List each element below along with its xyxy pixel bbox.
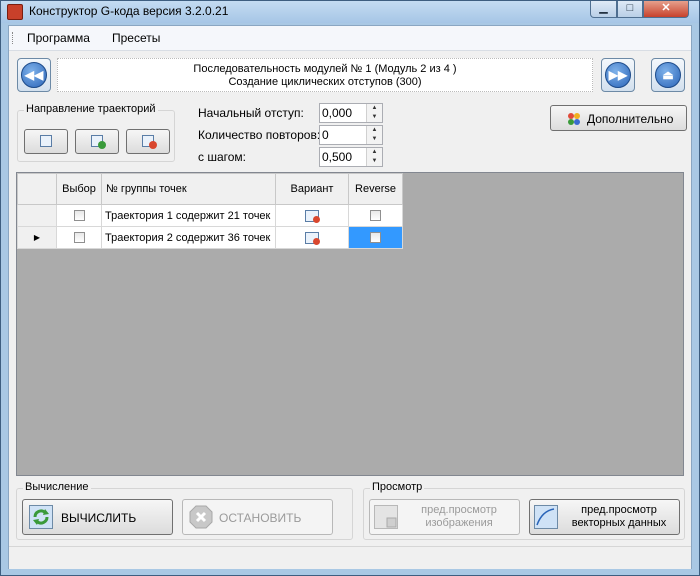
compute-button-label: ВЫЧИСЛИТЬ xyxy=(61,511,137,525)
step-value: 0,500 xyxy=(322,150,353,164)
initial-offset-spinner[interactable]: ▲ ▼ xyxy=(366,104,382,122)
step-label: с шагом: xyxy=(198,150,247,164)
reverse-checkbox[interactable] xyxy=(370,232,381,244)
client-area: Программа Пресеты ◀◀ Последовательность … xyxy=(8,25,692,569)
column-header-reverse[interactable]: Reverse xyxy=(348,173,403,205)
select-cell[interactable] xyxy=(56,226,102,249)
menu-bar: Программа Пресеты xyxy=(9,26,691,51)
variant-cell[interactable] xyxy=(275,226,349,249)
row-header[interactable] xyxy=(17,204,57,227)
table-header-row: Выбор № группы точек Вариант Reverse xyxy=(17,173,403,205)
next-module-button[interactable]: ▶▶ xyxy=(601,58,635,92)
direction-group-title: Направление траекторий xyxy=(24,103,158,115)
current-row-indicator-icon[interactable]: ▶ xyxy=(17,226,57,249)
menu-item-presets[interactable]: Пресеты xyxy=(112,31,160,45)
stop-icon xyxy=(189,505,213,529)
image-preview-label-line1: пред.просмотр xyxy=(421,504,497,516)
table-row[interactable]: ▶ Траектория 2 содержит 36 точек xyxy=(17,226,403,249)
preview-group: Просмотр пред.просмотр изображения пред.… xyxy=(363,481,685,540)
fast-forward-icon: ▶▶ xyxy=(605,62,631,88)
repeat-count-input[interactable]: 0 ▲ ▼ xyxy=(319,125,383,145)
compute-group: Вычисление ВЫЧИСЛИТЬ ОСТАНОВИТЬ xyxy=(16,481,353,540)
stop-button-label: ОСТАНОВИТЬ xyxy=(219,511,302,525)
repeat-count-spinner[interactable]: ▲ ▼ xyxy=(366,126,382,144)
select-checkbox[interactable] xyxy=(73,232,85,244)
maximize-button[interactable]: □ xyxy=(617,1,643,18)
trajectory-grid[interactable]: Выбор № группы точек Вариант Reverse Тра… xyxy=(16,172,684,476)
refresh-icon xyxy=(29,505,53,529)
initial-offset-label: Начальный отступ: xyxy=(198,106,304,120)
direction-group: Направление траекторий xyxy=(17,103,175,162)
point-group-cell[interactable]: Траектория 2 содержит 36 точек xyxy=(101,226,276,249)
minimize-button[interactable]: ▁ xyxy=(590,1,617,18)
image-preview-icon xyxy=(374,505,398,529)
image-preview-label-line2: изображения xyxy=(425,517,493,529)
add-badge-icon xyxy=(98,141,106,149)
compute-group-title: Вычисление xyxy=(23,481,91,493)
vector-preview-label-line1: пред.просмотр xyxy=(581,504,657,516)
point-group-cell[interactable]: Траектория 1 содержит 21 точек xyxy=(101,204,276,227)
module-sequence-text: Последовательность модулей № 1 (Модуль 2… xyxy=(193,63,457,75)
column-header-variant[interactable]: Вариант xyxy=(275,173,349,205)
menu-grip-icon xyxy=(12,32,16,44)
rewind-icon: ◀◀ xyxy=(21,62,47,88)
status-bar xyxy=(9,546,691,569)
preview-group-title: Просмотр xyxy=(370,481,425,493)
select-checkbox[interactable] xyxy=(73,210,85,222)
reverse-cell-selected[interactable] xyxy=(348,226,403,249)
column-header-point-group[interactable]: № группы точек xyxy=(101,173,276,205)
title-bar[interactable]: Конструктор G-кода версия 3.2.0.21 ▁ □ ✕ xyxy=(1,1,699,23)
app-window: Конструктор G-кода версия 3.2.0.21 ▁ □ ✕… xyxy=(0,0,700,576)
row-header-corner xyxy=(17,173,57,205)
select-cell[interactable] xyxy=(56,204,102,227)
reverse-checkbox[interactable] xyxy=(370,210,381,222)
stop-button[interactable]: ОСТАНОВИТЬ xyxy=(182,499,333,535)
variant-icon[interactable] xyxy=(305,231,320,245)
direction-add-button[interactable] xyxy=(75,129,119,154)
eject-icon: ⏏ xyxy=(655,62,681,88)
advanced-button[interactable]: Дополнительно xyxy=(550,105,687,131)
vector-preview-label: пред.просмотр векторных данных xyxy=(560,504,678,530)
eject-button[interactable]: ⏏ xyxy=(651,58,685,92)
direction-remove-button[interactable] xyxy=(126,129,170,154)
direction-table-button[interactable] xyxy=(24,129,68,154)
trajectory-table: Выбор № группы точек Вариант Reverse Тра… xyxy=(17,173,403,249)
repeat-count-label: Количество повторов: xyxy=(198,128,321,142)
remove-badge-icon xyxy=(149,141,157,149)
variant-icon[interactable] xyxy=(305,209,320,223)
table-icon xyxy=(40,135,52,147)
close-button[interactable]: ✕ xyxy=(643,1,689,18)
module-info-panel: Последовательность модулей № 1 (Модуль 2… xyxy=(57,58,593,92)
vector-preview-label-line2: векторных данных xyxy=(571,517,667,529)
initial-offset-input[interactable]: 0,000 ▲ ▼ xyxy=(319,103,383,123)
advanced-button-label: Дополнительно xyxy=(587,112,674,126)
app-icon xyxy=(7,4,23,20)
prev-module-button[interactable]: ◀◀ xyxy=(17,58,51,92)
vector-preview-icon xyxy=(534,505,558,529)
step-input[interactable]: 0,500 ▲ ▼ xyxy=(319,147,383,167)
module-description-text: Создание циклических отступов (300) xyxy=(228,76,422,88)
window-title: Конструктор G-кода версия 3.2.0.21 xyxy=(29,4,229,18)
step-spinner[interactable]: ▲ ▼ xyxy=(366,148,382,166)
vector-preview-button[interactable]: пред.просмотр векторных данных xyxy=(529,499,680,535)
palette-icon xyxy=(567,112,581,126)
compute-button[interactable]: ВЫЧИСЛИТЬ xyxy=(22,499,173,535)
repeat-count-value: 0 xyxy=(322,128,329,142)
menu-item-program[interactable]: Программа xyxy=(27,31,90,45)
column-header-select[interactable]: Выбор xyxy=(56,173,102,205)
table-row[interactable]: Траектория 1 содержит 21 точек xyxy=(17,204,403,227)
variant-cell[interactable] xyxy=(275,204,349,227)
image-preview-label: пред.просмотр изображения xyxy=(400,504,518,530)
initial-offset-value: 0,000 xyxy=(322,106,353,120)
image-preview-button[interactable]: пред.просмотр изображения xyxy=(369,499,520,535)
reverse-cell[interactable] xyxy=(348,204,403,227)
